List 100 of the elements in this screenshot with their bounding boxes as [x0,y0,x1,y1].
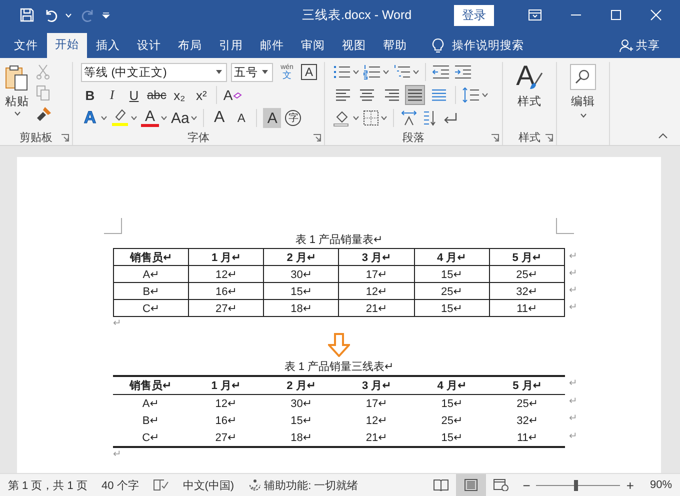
ribbon-tab[interactable]: 开始 [47,33,87,58]
text-effects-button[interactable]: A [81,108,99,128]
column-header: 5 月↵ [512,380,542,392]
decrease-indent-icon[interactable] [432,64,450,80]
collapse-ribbon-icon[interactable] [658,133,668,139]
ribbon-tab[interactable]: 帮助 [375,33,415,58]
caret-icon[interactable] [191,116,198,120]
eraser-icon [232,92,242,98]
caret-icon[interactable] [353,116,359,120]
paste-button[interactable]: 粘贴 [4,62,30,129]
ribbon-tab[interactable]: 引用 [211,33,251,58]
close-icon[interactable] [650,9,662,21]
ribbon-tab[interactable]: 设计 [129,33,169,58]
highlighter-icon[interactable] [111,109,129,127]
caret-icon[interactable] [383,70,389,74]
dialog-launcher-icon[interactable] [545,134,553,142]
language-indicator[interactable]: 中文(中国) [182,478,234,492]
format-button[interactable]: I [103,85,121,105]
paint-bucket-icon[interactable] [333,109,351,127]
enclose-characters-button[interactable]: 字 [285,110,302,126]
font-name-field[interactable]: 等线 (中文正文) [81,62,227,82]
scissors-icon [36,64,50,80]
caret-icon [580,113,586,118]
character-border-button[interactable]: A [301,64,317,80]
caret-icon[interactable] [161,116,167,120]
font-size-field[interactable]: 五号 [231,62,273,82]
ribbon-tab[interactable]: 布局 [170,33,210,58]
paragraph-mark-icon[interactable] [442,110,458,126]
share-button[interactable]: 共享 [636,38,660,53]
caret-icon[interactable] [353,70,359,74]
line-spacing-icon[interactable] [462,87,480,103]
dialog-launcher-icon[interactable] [491,134,499,142]
table-cell: 15↵ [440,302,462,314]
caret-icon[interactable] [381,116,387,120]
dialog-launcher-icon[interactable] [313,134,321,142]
format-button[interactable]: B [81,85,99,105]
table-cell: 16↵ [216,286,237,298]
zoom-out-button[interactable]: − [522,478,530,492]
font-color-button[interactable]: A [141,109,159,127]
save-icon[interactable] [19,7,35,23]
word-count[interactable]: 40 个字 [101,478,139,492]
sort-icon[interactable] [422,110,438,126]
numbering-icon[interactable] [363,64,381,80]
row-end-mark: ↵ [569,377,578,391]
page-count[interactable]: 第 1 页，共 1 页 [8,478,88,492]
change-case-button[interactable]: Aa [171,108,190,128]
maximize-icon[interactable] [610,9,622,21]
proofing-icon[interactable] [152,479,169,491]
format-painter-icon[interactable] [36,106,52,122]
editing-button[interactable]: 编辑 [570,64,596,118]
web-page-icon [492,479,509,491]
caret-icon[interactable] [101,116,107,120]
print-layout-button[interactable] [456,474,486,496]
dropdown-caret-icon[interactable] [216,70,222,74]
zoom-slider[interactable] [536,478,620,492]
borders-icon[interactable] [363,110,379,126]
ribbon-tab[interactable]: 文件 [6,33,46,58]
shrink-font-button[interactable]: A [232,108,250,128]
ribbon-tab[interactable]: 邮件 [252,33,292,58]
lightbulb-icon[interactable] [432,38,444,54]
table-cell: 15↵ [441,398,463,410]
chinese-layout-icon[interactable] [400,110,418,126]
column-header: 4 月↵ [437,380,467,392]
dropdown-caret-icon[interactable] [262,70,268,74]
table-cell: 16↵ [215,415,237,427]
table-cell: 12↵ [366,286,388,298]
alignment-button[interactable] [405,85,425,105]
clear-formatting-button[interactable]: A [223,85,242,105]
paragraph-mark: ↵ [113,318,122,329]
zoom-level[interactable]: 90% [650,479,672,491]
person-add-icon[interactable] [619,38,633,52]
format-button[interactable]: x₂ [170,85,188,105]
tell-me-search[interactable]: 操作说明搜索 [452,38,524,53]
bullets-icon[interactable] [333,64,351,80]
increase-indent-icon[interactable] [454,64,472,80]
caret-icon[interactable] [482,93,488,97]
ribbon-display-icon[interactable] [528,9,542,21]
ribbon-tab[interactable]: 审阅 [293,33,333,58]
table-cell: 15↵ [290,415,312,427]
caret-icon[interactable] [413,70,419,74]
ribbon-tab[interactable]: 插入 [88,33,128,58]
ribbon-tab[interactable]: 视图 [334,33,374,58]
clipboard-icon [4,64,30,92]
table-cell: 15↵ [440,268,462,280]
format-button[interactable]: x² [192,85,210,105]
dialog-launcher-icon[interactable] [61,134,69,142]
sign-in-button[interactable]: 登录 [454,4,494,26]
accessibility-icon[interactable] [248,478,262,492]
character-shading-button[interactable]: A [263,108,282,128]
format-button[interactable]: U [125,85,143,105]
customize-caret-icon[interactable] [102,12,110,18]
zoom-in-button[interactable]: + [626,478,634,492]
crop-mark [556,218,574,234]
format-button[interactable]: abc [147,85,166,105]
multilevel-list-icon[interactable] [393,64,411,80]
styles-button[interactable]: A 样式 [516,62,543,129]
row-end-mark: ↵ [569,250,578,264]
caret-icon[interactable] [131,116,137,120]
accessibility-status[interactable]: 辅助功能: 一切就绪 [264,478,358,492]
grow-font-button[interactable]: A [210,108,228,128]
